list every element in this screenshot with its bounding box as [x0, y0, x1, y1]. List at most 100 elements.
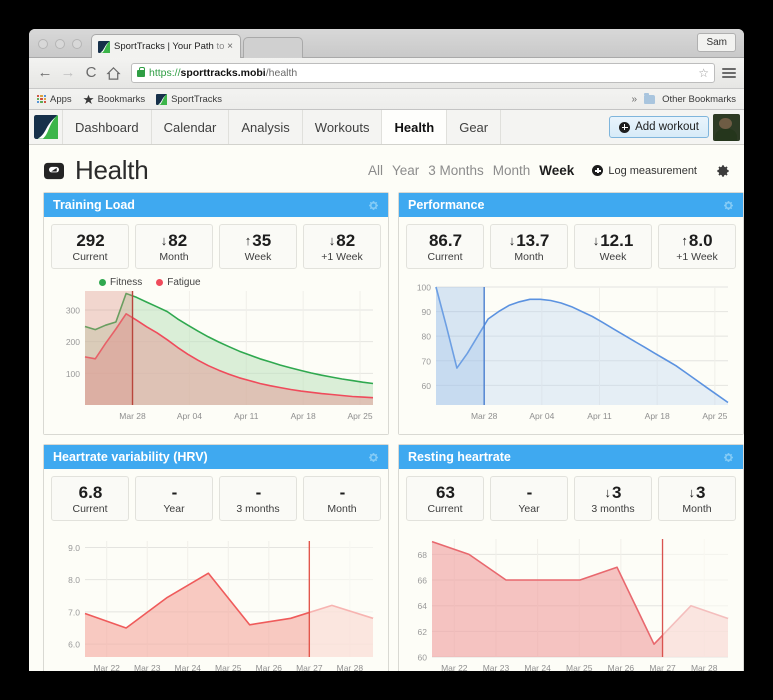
stat-value: 86.7 [428, 231, 463, 250]
stat-week: ↑ 35 Week [219, 224, 297, 269]
range-year[interactable]: Year [392, 163, 419, 178]
add-workout-button[interactable]: Add workout [609, 116, 709, 138]
stat-label: Current [427, 251, 463, 263]
stat-month: ↓ 82 Month [135, 224, 213, 269]
url-text: https://sporttracks.mobi/health [149, 67, 298, 79]
panel-body: 63 Current - Year ↓ 3 3 months ↓ 3 Month… [399, 469, 743, 671]
bookmark-star-icon[interactable]: ☆ [698, 66, 709, 80]
window-controls[interactable] [38, 39, 82, 49]
stat-year: - Year [490, 476, 568, 521]
svg-text:Apr 11: Apr 11 [587, 411, 612, 421]
panel-header: Resting heartrate [399, 445, 743, 469]
svg-text:60: 60 [422, 381, 432, 391]
svg-text:Mar 28: Mar 28 [691, 663, 718, 671]
svg-text:Apr 04: Apr 04 [177, 411, 202, 421]
gear-icon[interactable] [368, 452, 379, 463]
bookmark-label: Apps [50, 93, 72, 105]
reload-icon[interactable]: C [83, 65, 99, 81]
stat-label: Year [163, 503, 185, 515]
legend-item-fatigue[interactable]: Fatigue [156, 277, 201, 288]
chart-resting-heartrate: 60 62 64 66 68 Mar 22 Mar 23 Mar 24 Mar 25 Mar 26… [406, 529, 736, 671]
bookmark-sporttracks[interactable]: SportTracks [156, 93, 222, 105]
nav-item-health[interactable]: Health [382, 110, 448, 144]
close-window-button[interactable] [38, 39, 48, 49]
gear-icon[interactable] [723, 200, 734, 211]
app-logo[interactable] [29, 110, 63, 144]
chart-hrv: 6.0 7.0 8.0 9.0 Mar 22 Mar 23 Mar 24 Mar 25 Mar … [51, 529, 381, 671]
svg-text:64: 64 [418, 601, 428, 611]
minimize-window-button[interactable] [55, 39, 65, 49]
stat-label: +1 Week [676, 251, 718, 263]
trend-arrow: ↓ [328, 233, 336, 248]
stat-value: - [526, 483, 533, 502]
svg-text:100: 100 [66, 369, 80, 379]
trend-arrow: ↑ [681, 233, 688, 248]
browser-toolbar: ← → C https://sporttracks.mobi/health ☆ [29, 58, 744, 89]
lock-icon [137, 66, 145, 77]
nav-item-dashboard[interactable]: Dashboard [63, 110, 152, 144]
new-tab-button[interactable] [243, 37, 303, 58]
add-workout-label: Add workout [635, 121, 699, 133]
browser-window: SportTracks | Your Path to × Sam ← → C h… [29, 29, 744, 671]
chart-svg: 100 200 300 Mar 28 Apr 04 Apr 11 Apr 18 Apr 25 [66, 291, 374, 421]
bookmarks-overflow-icon[interactable]: » [632, 94, 638, 105]
svg-text:6.0: 6.0 [68, 640, 80, 650]
panel-header: Training Load [44, 193, 388, 217]
stat-label: Month [159, 251, 189, 263]
bookmark-apps[interactable]: Apps [37, 94, 72, 105]
stat-value: 3 [696, 483, 706, 502]
legend-item-fitness[interactable]: Fitness [99, 277, 142, 288]
range-week[interactable]: Week [539, 163, 574, 178]
stat-value: - [171, 483, 178, 502]
svg-text:Apr 25: Apr 25 [702, 411, 727, 421]
svg-text:62: 62 [418, 627, 428, 637]
close-tab-button[interactable]: × [224, 41, 236, 52]
avatar[interactable] [713, 113, 740, 141]
chart-svg: 6.0 7.0 8.0 9.0 Mar 22 Mar 23 Mar 24 Mar 25 Mar … [68, 541, 374, 671]
gear-icon[interactable] [368, 200, 379, 211]
browser-tab-active[interactable]: SportTracks | Your Path to × [91, 34, 241, 58]
svg-text:Mar 24: Mar 24 [175, 663, 202, 671]
stat-week: ↓ 12.1 Week [574, 224, 652, 269]
page-settings-gear-icon[interactable] [716, 164, 730, 178]
range-filter: All Year 3 Months Month Week Log measure… [368, 163, 730, 178]
home-icon[interactable] [106, 66, 121, 81]
svg-text:7.0: 7.0 [68, 607, 80, 617]
nav-item-calendar[interactable]: Calendar [151, 110, 230, 144]
nav-item-gear[interactable]: Gear [447, 110, 502, 144]
other-bookmarks-label[interactable]: Other Bookmarks [662, 94, 736, 105]
stat-current: 63 Current [406, 476, 484, 521]
panel-title: Heartrate variability (HRV) [53, 450, 208, 464]
svg-text:300: 300 [66, 306, 80, 316]
trend-arrow: ↓ [604, 485, 612, 500]
trend-arrow: ↓ [508, 233, 516, 248]
svg-text:Apr 11: Apr 11 [234, 411, 259, 421]
panel-grid: Training Load 292 Current ↓ 82 Month ↑ 3… [29, 192, 744, 671]
browser-menu-icon[interactable] [722, 68, 736, 78]
nav-item-workouts[interactable]: Workouts [302, 110, 383, 144]
svg-text:Apr 04: Apr 04 [529, 411, 554, 421]
panel-training-load: Training Load 292 Current ↓ 82 Month ↑ 3… [43, 192, 389, 435]
bookmark-bookmarks[interactable]: Bookmarks [83, 94, 145, 105]
maximize-window-button[interactable] [72, 39, 82, 49]
forward-button[interactable]: → [60, 65, 76, 81]
range-3-months[interactable]: 3 Months [428, 163, 484, 178]
stat-value: 12.1 [600, 231, 634, 250]
svg-text:Mar 22: Mar 22 [441, 663, 468, 671]
stat-label: Month [327, 503, 357, 515]
nav-item-analysis[interactable]: Analysis [229, 110, 303, 144]
stat-current: 86.7 Current [406, 224, 484, 269]
panel-resting-heartrate: Resting heartrate 63 Current - Year ↓ 3 … [398, 444, 744, 671]
stat-label: Month [682, 503, 712, 515]
page-title: Health [75, 155, 149, 185]
stat-current: 6.8 Current [51, 476, 129, 521]
svg-text:70: 70 [422, 356, 432, 366]
log-measurement-button[interactable]: Log measurement [592, 165, 697, 177]
address-bar[interactable]: https://sporttracks.mobi/health ☆ [131, 63, 715, 83]
range-month[interactable]: Month [493, 163, 531, 178]
profile-button[interactable]: Sam [697, 33, 736, 52]
back-button[interactable]: ← [37, 65, 53, 81]
stats-row: 292 Current ↓ 82 Month ↑ 35 Week ↓ 82 +1… [51, 224, 381, 269]
range-all[interactable]: All [368, 163, 383, 178]
gear-icon[interactable] [723, 452, 734, 463]
